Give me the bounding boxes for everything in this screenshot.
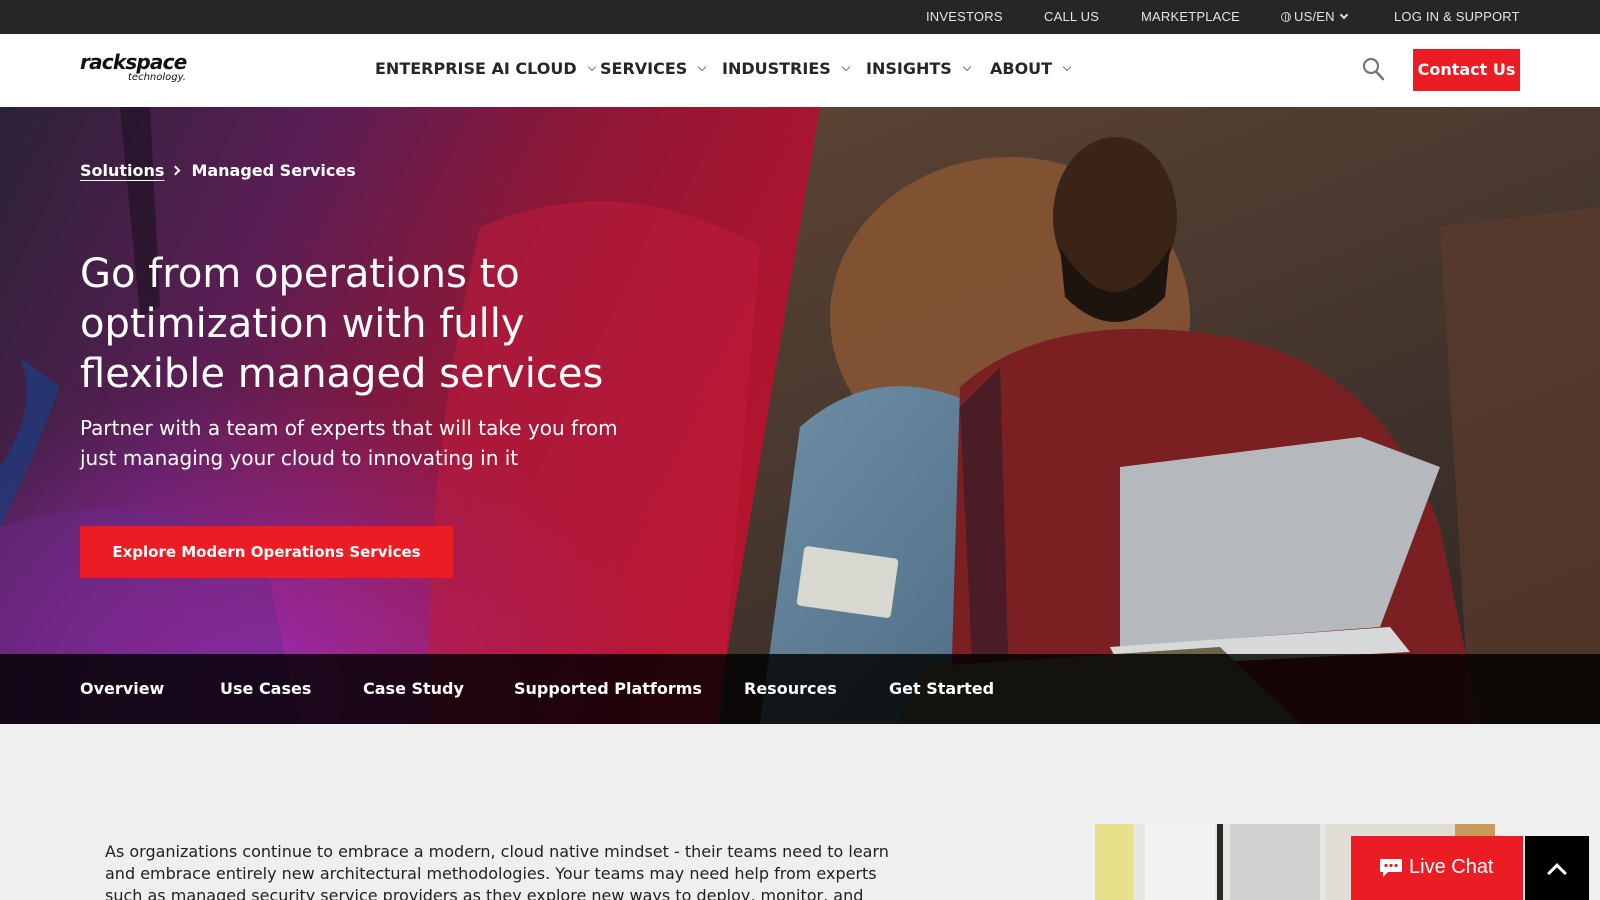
tab-use-cases[interactable]: Use Cases [220,679,311,698]
locale-selector[interactable]: US/EN [1281,9,1348,24]
back-to-top-button[interactable] [1525,836,1589,900]
nav-label: SERVICES [600,59,688,78]
locale-label: US/EN [1294,9,1335,24]
globe-icon [1281,12,1291,22]
nav-label: ABOUT [990,59,1053,78]
logo-tagline: technology. [128,72,186,83]
chevron-down-icon [841,62,851,72]
hero-title: Go from operations to optimization with … [80,251,604,397]
logo-wordmark: rackspace [80,50,187,74]
nav-label: INDUSTRIES [722,59,831,78]
nav-about[interactable]: ABOUT [990,59,1072,78]
nav-insights[interactable]: INSIGHTS [866,59,972,78]
main-header: rackspace technology. ENTERPRISE AI CLOU… [0,34,1600,107]
chevron-down-icon [1062,62,1072,72]
explore-services-button[interactable]: Explore Modern Operations Services [80,526,453,578]
live-chat-label: Live Chat [1409,856,1494,878]
chevron-down-icon [587,62,596,72]
investors-link[interactable]: INVESTORS [926,9,1003,24]
contact-us-button[interactable]: Contact Us [1413,49,1520,91]
chevron-up-icon [1547,863,1567,883]
nav-services[interactable]: SERVICES [600,59,707,78]
tab-get-started[interactable]: Get Started [889,679,994,698]
chevron-down-icon [962,62,972,72]
breadcrumb-current: Managed Services [191,161,356,180]
breadcrumb: Solutions Managed Services [80,161,356,180]
rackspace-logo[interactable]: rackspace technology. [80,50,190,90]
chevron-down-icon [1339,10,1348,20]
login-support-link[interactable]: LOG IN & SUPPORT [1394,9,1520,24]
nav-label: INSIGHTS [866,59,952,78]
utility-bar: INVESTORS CALL US MARKETPLACE US/EN LOG … [0,0,1600,34]
intro-paragraph: As organizations continue to embrace a m… [105,842,889,900]
chevron-down-icon [698,62,707,72]
tab-resources[interactable]: Resources [744,679,837,698]
call-us-link[interactable]: CALL US [1044,9,1099,24]
search-button[interactable] [1362,56,1386,82]
breadcrumb-solutions-link[interactable]: Solutions [80,161,164,180]
hero-section: Solutions Managed Services Go from operat… [0,107,1600,724]
hero-subtitle: Partner with a team of experts that will… [80,416,618,470]
tab-supported-platforms[interactable]: Supported Platforms [514,679,702,698]
nav-enterprise-ai-cloud[interactable]: ENTERPRISE AI CLOUD [375,59,596,78]
nav-label: ENTERPRISE AI CLOUD [375,59,577,78]
search-icon [1362,57,1385,81]
live-chat-button[interactable]: Live Chat [1351,836,1523,900]
page-section-nav: Overview Use Cases Case Study Supported … [0,654,1600,724]
chevron-right-icon [170,165,181,176]
marketplace-link[interactable]: MARKETPLACE [1141,9,1240,24]
nav-industries[interactable]: INDUSTRIES [722,59,851,78]
tab-case-study[interactable]: Case Study [363,679,464,698]
tab-overview[interactable]: Overview [80,679,164,698]
chat-bubble-icon [1380,859,1402,877]
